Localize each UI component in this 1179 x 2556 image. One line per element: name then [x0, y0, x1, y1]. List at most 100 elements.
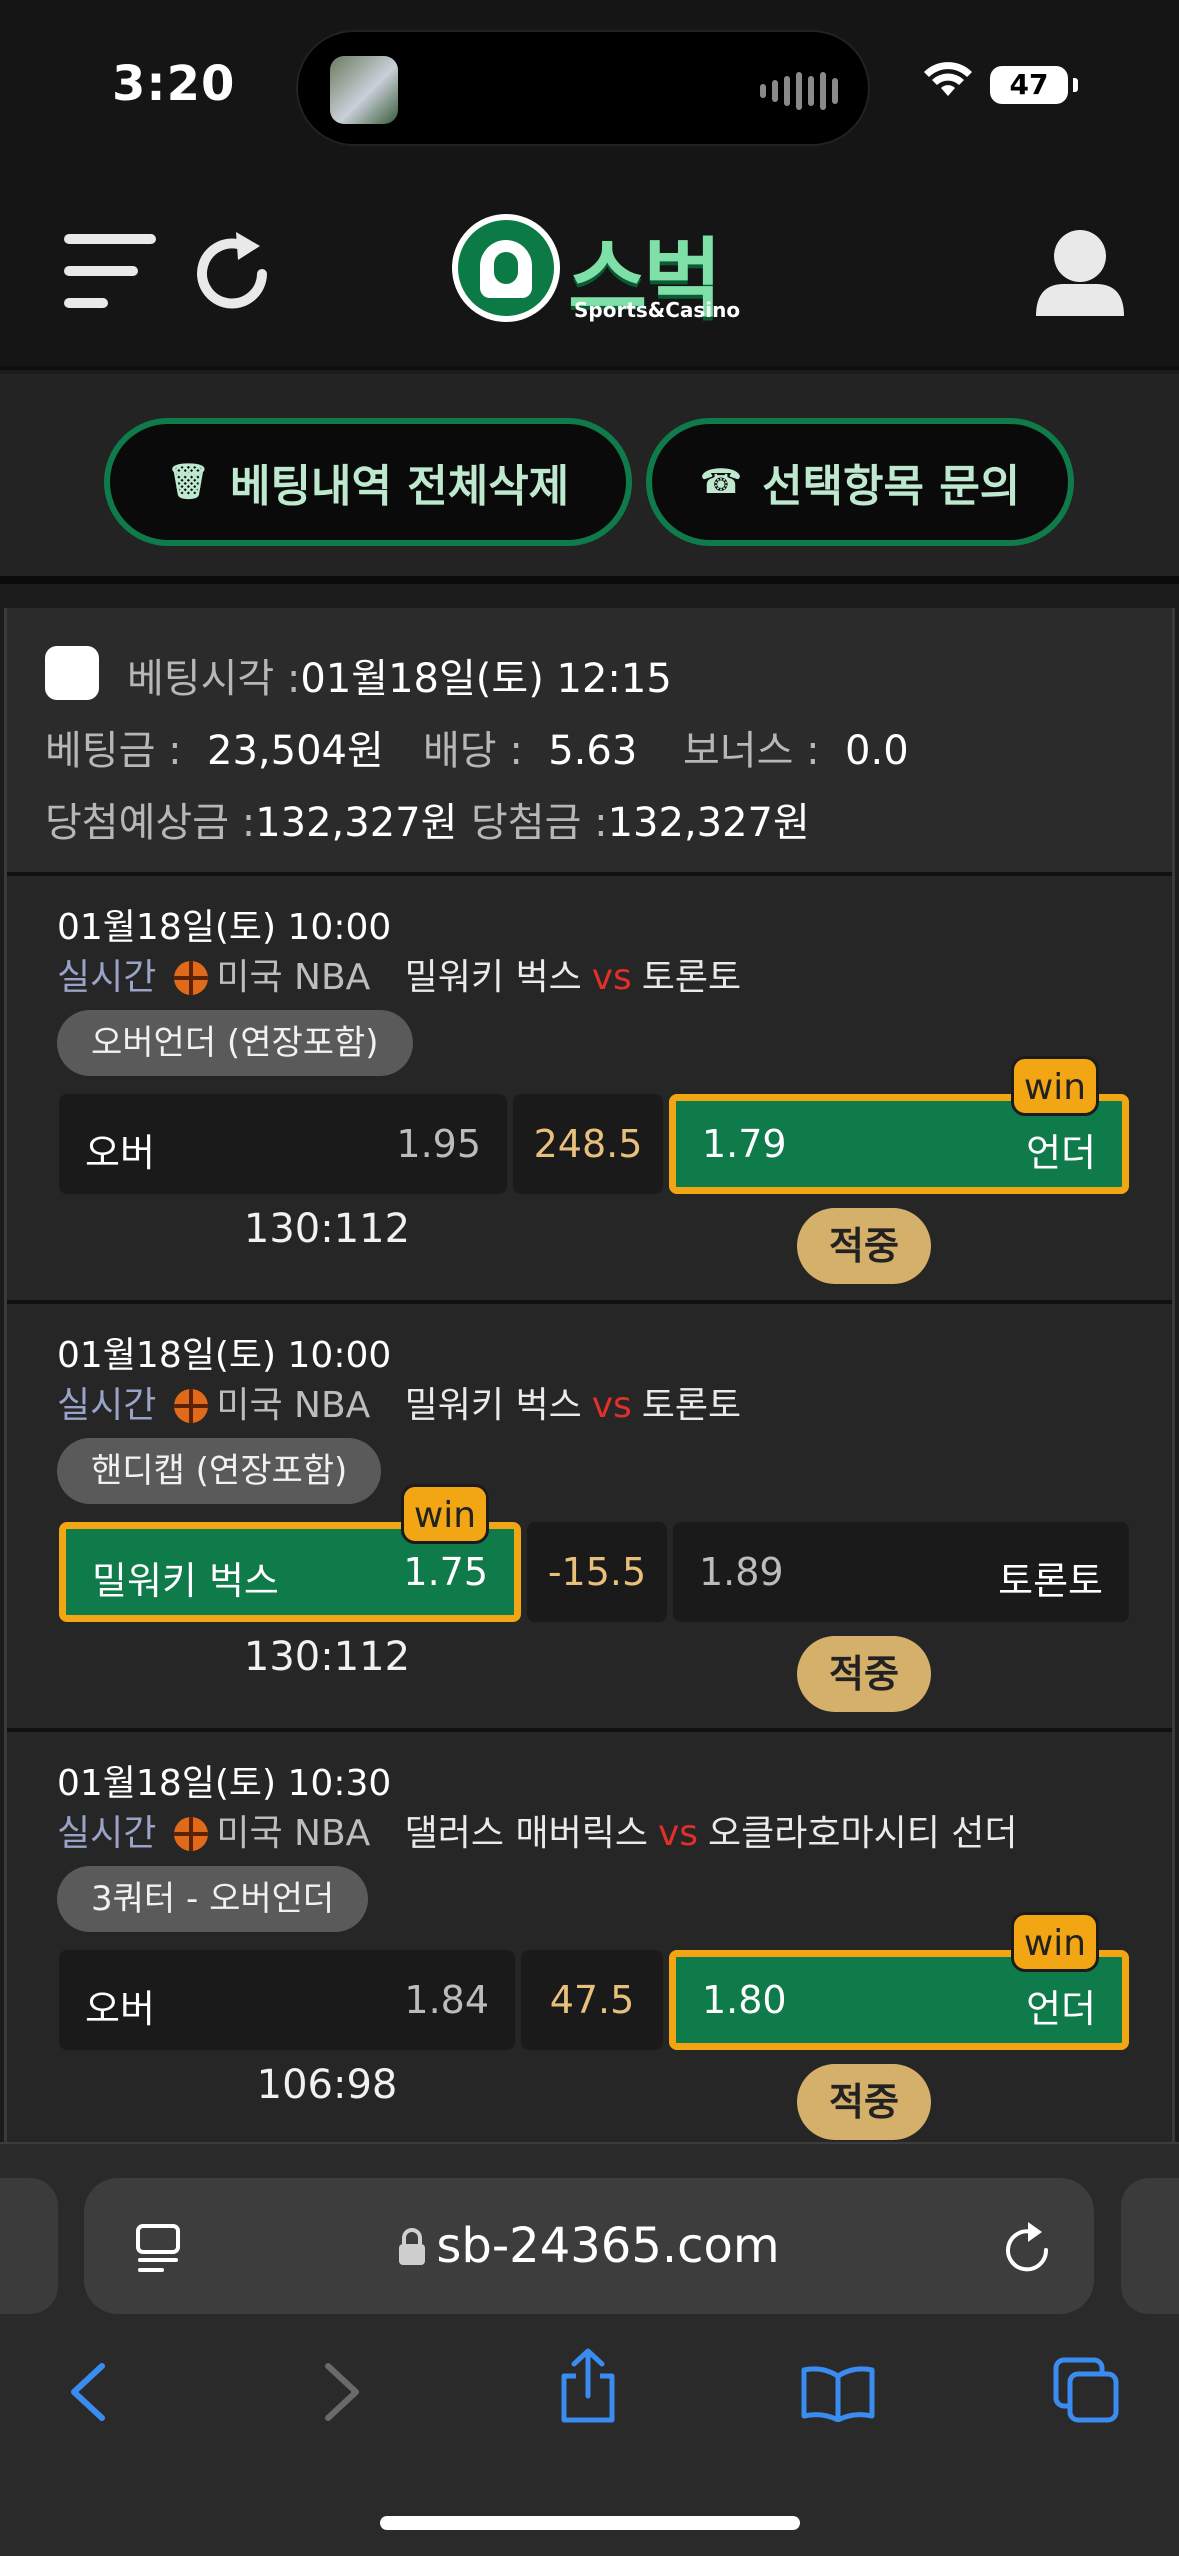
- market-badge: 3쿼터 - 오버언더: [57, 1866, 369, 1932]
- option-odds: 1.89: [699, 1550, 784, 1594]
- basketball-icon: [174, 1817, 209, 1851]
- game-info: 실시간 미국 NBA 밀워키 벅스 vs 토론토: [57, 948, 741, 1000]
- lock-icon: [399, 2228, 426, 2265]
- browser-toolbar: sb-24365.com: [0, 2142, 1179, 2556]
- final-score: 106:98: [256, 2062, 398, 2108]
- bookmarks-icon[interactable]: [800, 2364, 876, 2422]
- inquire-selected-button[interactable]: ☎ 선택항목 문의: [646, 418, 1074, 546]
- odds-option-right[interactable]: 1.89 토론토: [673, 1522, 1129, 1622]
- support-agent-icon: ☎: [699, 462, 743, 502]
- line-value: 47.5: [521, 1950, 663, 2050]
- refresh-icon[interactable]: [196, 226, 272, 312]
- win-badge: win: [1011, 1912, 1099, 1972]
- game-date: 01월18일(토) 10:00: [57, 1335, 392, 1376]
- site-logo[interactable]: 스벅 Sports&Casino: [452, 214, 740, 329]
- away-team: 토론토: [641, 1385, 742, 1426]
- result-badge: 적중: [797, 1208, 931, 1284]
- user-icon[interactable]: [1034, 226, 1126, 318]
- forward-icon[interactable]: [318, 2360, 366, 2424]
- league-name: 미국 NBA: [216, 1385, 371, 1426]
- share-icon[interactable]: [556, 2348, 620, 2424]
- option-odds: 1.84: [404, 1978, 489, 2022]
- live-label: 실시간: [57, 1813, 157, 1854]
- bet-summary: 베팅시각 :01월18일(토) 12:15 베팅금 : 23,504원 배당 :…: [7, 608, 1172, 872]
- option-odds: 1.95: [396, 1122, 481, 1166]
- odds-option-left[interactable]: 오버 1.84: [59, 1950, 515, 2050]
- bet-history-card: 베팅시각 :01월18일(토) 12:15 베팅금 : 23,504원 배당 :…: [4, 608, 1175, 2156]
- game-row: 01월18일(토) 10:30 실시간 미국 NBA 댈러스 매버릭스 vs 오클라호…: [7, 1728, 1172, 2156]
- game-info: 실시간 미국 NBA 댈러스 매버릭스 vs 오클라호마시티 선더: [57, 1804, 1018, 1856]
- next-tab-peek[interactable]: [1121, 2178, 1179, 2314]
- result-badge: 적중: [797, 1636, 931, 1712]
- option-odds: 1.75: [403, 1550, 488, 1594]
- tabs-icon[interactable]: [1052, 2356, 1122, 2426]
- select-bet-checkbox[interactable]: [45, 646, 99, 700]
- odds-row: 배당 : 5.63: [423, 728, 638, 774]
- menu-icon[interactable]: [64, 232, 156, 312]
- vs-label: vs: [657, 1813, 699, 1854]
- option-name: 언더: [1026, 1131, 1096, 1175]
- expected-win-row: 당첨예상금 :132,327원: [45, 800, 458, 846]
- delete-all-history-button[interactable]: 🗑 베팅내역 전체삭제: [104, 418, 632, 546]
- game-info: 실시간 미국 NBA 밀워키 벅스 vs 토론토: [57, 1376, 741, 1428]
- home-team: 밀워키 벅스: [404, 957, 582, 998]
- home-team: 댈러스 매버릭스: [404, 1813, 648, 1854]
- address-bar[interactable]: sb-24365.com: [84, 2178, 1094, 2314]
- option-odds: 1.79: [702, 1122, 787, 1166]
- logo-subtitle: Sports&Casino: [574, 298, 741, 322]
- audio-waveform-icon: [760, 72, 838, 110]
- action-bar: 🗑 베팅내역 전체삭제 ☎ 선택항목 문의: [0, 374, 1179, 584]
- win-badge: win: [1011, 1056, 1099, 1116]
- bonus-row: 보너스 : 0.0: [683, 728, 909, 774]
- live-label: 실시간: [57, 1385, 157, 1426]
- final-score: 130:112: [243, 1634, 411, 1680]
- game-date: 01월18일(토) 10:30: [57, 1763, 392, 1804]
- inquire-label: 선택항목 문의: [762, 461, 1021, 512]
- option-odds: 1.80: [702, 1978, 787, 2022]
- game-row: 01월18일(토) 10:00 실시간 미국 NBA 밀워키 벅스 vs 토론토 핸디…: [7, 1300, 1172, 1728]
- win-amount-row: 당첨금 :132,327원: [471, 800, 810, 846]
- option-name: 밀워키 벅스: [92, 1559, 279, 1603]
- now-playing-thumbnail: [330, 56, 398, 124]
- win-badge: win: [401, 1484, 489, 1544]
- site-header: 스벅 Sports&Casino: [0, 170, 1179, 370]
- vs-label: vs: [591, 1385, 632, 1426]
- market-badge: 핸디캡 (연장포함): [57, 1438, 382, 1504]
- logo-emblem: [452, 214, 560, 322]
- home-team: 밀워키 벅스: [404, 1385, 582, 1426]
- basketball-icon: [174, 1389, 209, 1423]
- final-score: 130:112: [243, 1206, 411, 1252]
- status-bar: 3:20 47: [0, 0, 1179, 170]
- live-label: 실시간: [57, 957, 157, 998]
- market-badge: 오버언더 (연장포함): [57, 1010, 413, 1076]
- result-badge: 적중: [797, 2064, 931, 2140]
- option-name: 토론토: [998, 1559, 1103, 1603]
- stake-row: 베팅금 : 23,504원: [45, 728, 384, 774]
- clock: 3:20: [112, 56, 236, 112]
- dynamic-island: [296, 30, 870, 146]
- trash-icon: 🗑: [166, 462, 210, 502]
- reload-icon[interactable]: [1002, 2220, 1054, 2276]
- previous-tab-peek[interactable]: [0, 2178, 58, 2314]
- option-name: 언더: [1026, 1987, 1096, 2031]
- game-date: 01월18일(토) 10:00: [57, 907, 392, 948]
- home-indicator[interactable]: [380, 2516, 800, 2530]
- back-icon[interactable]: [64, 2360, 112, 2424]
- line-value: -15.5: [527, 1522, 667, 1622]
- option-name: 오버: [85, 1987, 155, 2031]
- bet-time-row: 베팅시각 :01월18일(토) 12:15: [127, 656, 672, 702]
- basketball-icon: [174, 961, 209, 995]
- delete-all-label: 베팅내역 전체삭제: [230, 461, 570, 512]
- away-team: 토론토: [641, 957, 742, 998]
- away-team: 오클라호마시티 선더: [708, 1813, 1018, 1854]
- url-text: sb-24365.com: [84, 2218, 1094, 2274]
- league-name: 미국 NBA: [216, 957, 371, 998]
- battery-icon: 47: [990, 66, 1078, 104]
- option-name: 오버: [85, 1131, 155, 1175]
- vs-label: vs: [591, 957, 632, 998]
- wifi-icon: [924, 62, 972, 96]
- line-value: 248.5: [513, 1094, 663, 1194]
- game-row: 01월18일(토) 10:00 실시간 미국 NBA 밀워키 벅스 vs 토론토 오버…: [7, 872, 1172, 1300]
- odds-option-left[interactable]: 오버 1.95: [59, 1094, 507, 1194]
- league-name: 미국 NBA: [216, 1813, 371, 1854]
